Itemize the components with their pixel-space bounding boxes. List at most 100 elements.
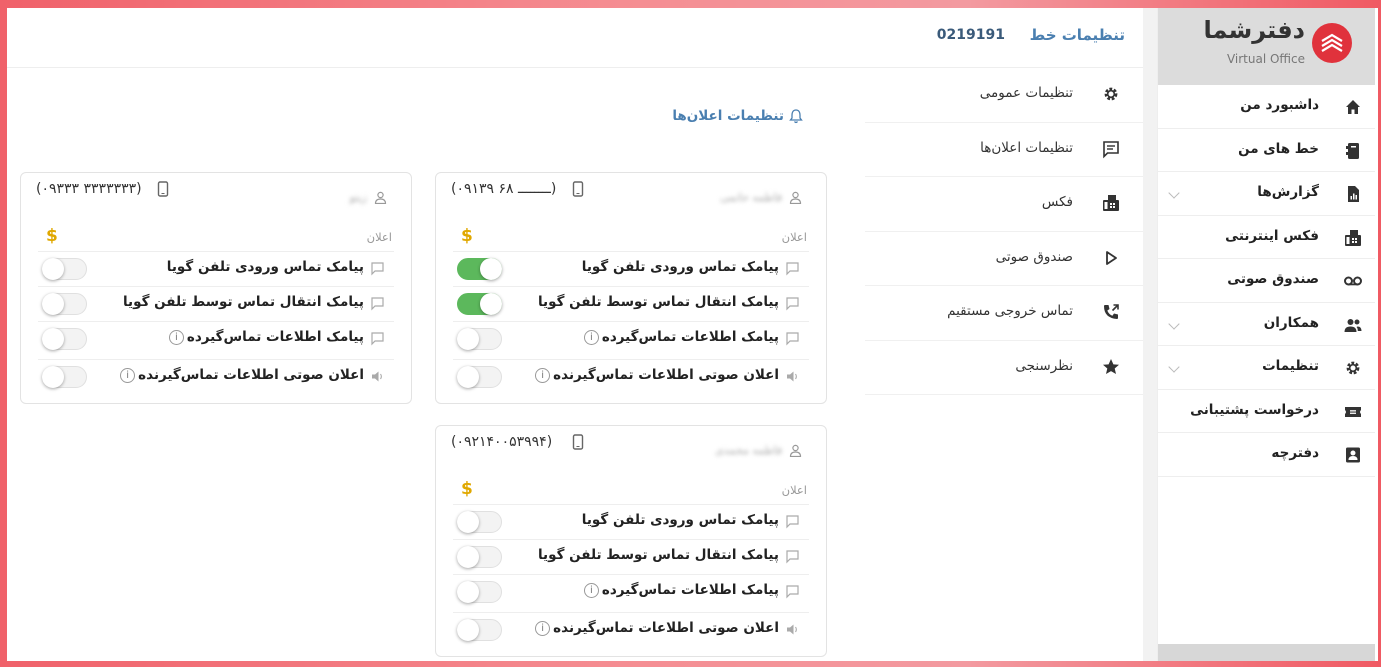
- notification-row: پیامک تماس ورودی تلفن گویا: [453, 251, 809, 286]
- settings-menu-item[interactable]: تماس خروجی مستقیم: [865, 286, 1143, 341]
- notification-label-text: پیامک انتقال تماس توسط تلفن گویا: [122, 294, 364, 310]
- notification-row: پیامک انتقال تماس توسط تلفن گویا: [453, 286, 809, 321]
- settings-menu: تنظیمات عمومی تنظیمات اعلان‌ها فکس صندوق صو…: [865, 68, 1143, 395]
- user-icon: [789, 191, 802, 204]
- fax-icon: [1345, 229, 1361, 246]
- sidebar-item[interactable]: دفترچه: [1158, 433, 1375, 477]
- notification-label-text: پیامک تماس ورودی تلفن گویا: [581, 512, 779, 528]
- notification-row: اعلان صوتی اطلاعات تماس‌گیرندهi: [38, 359, 394, 394]
- sms-icon: [786, 297, 799, 311]
- toggle-knob: [457, 511, 479, 533]
- notification-toggle[interactable]: [42, 258, 87, 280]
- settings-menu-item[interactable]: تنظیمات اعلان‌ها: [865, 123, 1143, 177]
- line-number: 0219191: [936, 27, 1005, 43]
- settings-menu-item[interactable]: تنظیمات عمومی: [865, 68, 1143, 123]
- sidebar-item[interactable]: تنظیمات: [1158, 346, 1375, 390]
- notification-toggle[interactable]: [42, 293, 87, 315]
- sidebar-item-label: صندوق صوتی: [1227, 271, 1319, 287]
- info-icon[interactable]: i: [583, 582, 599, 598]
- card-user-name: فاطمه محمدی: [715, 444, 782, 457]
- notification-toggle[interactable]: [457, 619, 502, 641]
- sms-icon: [786, 585, 799, 599]
- settings-menu-label: تنظیمات اعلان‌ها: [980, 139, 1073, 156]
- notification-label: پیامک تماس ورودی تلفن گویا: [582, 259, 779, 275]
- card-user-name: فاطمه حاتمی: [720, 191, 782, 204]
- star-icon: [1103, 358, 1119, 374]
- announcement-label: اعلان: [781, 483, 807, 497]
- info-icon[interactable]: i: [120, 367, 136, 383]
- info-icon[interactable]: i: [583, 329, 599, 345]
- toggle-knob: [42, 328, 64, 350]
- contact-book-icon: [1346, 447, 1360, 463]
- chevron-down-icon[interactable]: [1168, 317, 1180, 330]
- notification-label-text: پیامک انتقال تماس توسط تلفن گویا: [537, 294, 779, 310]
- row-icon: [370, 296, 385, 315]
- notification-toggle[interactable]: [42, 366, 87, 388]
- notification-label: پیامک تماس ورودی تلفن گویا: [582, 512, 779, 528]
- notification-label-text: پیامک تماس ورودی تلفن گویا: [166, 259, 364, 275]
- sms-icon: [371, 332, 384, 346]
- notification-toggle[interactable]: [42, 328, 87, 350]
- notification-label: پیامک اطلاعات تماس‌گیردهi: [583, 329, 779, 345]
- sidebar-item[interactable]: داشبورد من: [1158, 85, 1375, 129]
- notification-row: پیامک اطلاعات تماس‌گیردهi: [453, 574, 809, 609]
- info-icon[interactable]: i: [168, 329, 184, 345]
- page-title: تنظیمات خط: [1029, 26, 1125, 44]
- people-icon: [1344, 318, 1362, 332]
- row-icon: [785, 296, 800, 315]
- line-notification-card: (۰۹۳۳۳ ۳۳۳۳۳۳۳) زیتو اعلان $ پیامک تماس ورود…: [20, 172, 412, 404]
- report-icon: [1348, 186, 1359, 202]
- chevron-down-icon[interactable]: [1168, 187, 1180, 199]
- toggle-knob: [480, 258, 502, 280]
- notification-toggle[interactable]: [457, 328, 502, 350]
- notification-label: پیامک اطلاعات تماس‌گیردهi: [168, 329, 364, 345]
- card-phone-number: (۰۹۳۳۳ ۳۳۳۳۳۳۳): [36, 181, 142, 197]
- row-icon: [785, 584, 800, 603]
- sms-icon: [371, 297, 384, 311]
- main-panel: تنظیمات خط 0219191 تنظیمات عمومی تنظیمات …: [7, 8, 1143, 661]
- row-icon: [785, 261, 800, 280]
- notification-label-text: پیامک تماس ورودی تلفن گویا: [581, 259, 779, 275]
- notification-toggle[interactable]: [457, 293, 502, 315]
- line-notification-card: (۰۹۲۱۴۰۰۵۳۹۹۴) فاطمه محمدی اعلان $ پیامک تما…: [435, 425, 827, 657]
- row-icon: [785, 549, 800, 568]
- notification-row: پیامک تماس ورودی تلفن گویا: [38, 251, 394, 286]
- notification-toggle[interactable]: [457, 258, 502, 280]
- notification-label-text: پیامک اطلاعات تماس‌گیرده: [601, 582, 779, 598]
- sidebar-footer: [1158, 644, 1375, 661]
- notification-label-text: پیامک اطلاعات تماس‌گیرده: [186, 329, 364, 345]
- notification-row: پیامک انتقال تماس توسط تلفن گویا: [38, 286, 394, 321]
- sidebar-item[interactable]: فکس اینترنتی: [1158, 216, 1375, 259]
- sidebar-item-label: همکاران: [1263, 314, 1319, 331]
- gear-icon: [1346, 361, 1360, 375]
- brand-subtitle: Virtual Office: [1226, 52, 1305, 66]
- notification-toggle[interactable]: [457, 366, 502, 388]
- notification-row: پیامک اطلاعات تماس‌گیردهi: [453, 321, 809, 356]
- sidebar-item[interactable]: خط های من: [1158, 129, 1375, 172]
- sidebar-item[interactable]: صندوق صوتی: [1158, 259, 1375, 303]
- notification-label: پیامک انتقال تماس توسط تلفن گویا: [123, 294, 364, 310]
- notification-toggle[interactable]: [457, 581, 502, 603]
- chevron-down-icon[interactable]: [1168, 361, 1180, 373]
- sidebar-item[interactable]: همکاران: [1158, 303, 1375, 346]
- sidebar-item[interactable]: درخواست پشتیبانی: [1158, 390, 1375, 433]
- notification-toggle[interactable]: [457, 546, 502, 568]
- sidebar-item[interactable]: گزارش‌ها: [1158, 172, 1375, 216]
- bell-icon: [789, 109, 803, 124]
- settings-menu-label: فکس: [1041, 194, 1073, 210]
- toggle-knob: [457, 328, 479, 350]
- notification-toggle[interactable]: [457, 511, 502, 533]
- settings-menu-item[interactable]: نظرسنجی: [865, 341, 1143, 395]
- row-icon: [785, 622, 800, 641]
- info-icon[interactable]: i: [535, 367, 551, 383]
- info-icon[interactable]: i: [535, 620, 551, 636]
- settings-menu-item[interactable]: صندوق صوتی: [865, 232, 1143, 286]
- voicemail-icon: [1344, 276, 1362, 286]
- sidebar: دفترشما Virtual Office داشبورد من خط های …: [1157, 8, 1375, 661]
- sidebar-item-label: داشبورد من: [1240, 97, 1319, 113]
- notification-label: پیامک انتقال تماس توسط تلفن گویا: [538, 294, 779, 310]
- settings-menu-item[interactable]: فکس: [865, 177, 1143, 232]
- notification-label-text: پیامک انتقال تماس توسط تلفن گویا: [537, 547, 779, 563]
- logo[interactable]: دفترشما Virtual Office: [1158, 8, 1375, 85]
- notification-row: اعلان صوتی اطلاعات تماس‌گیرندهi: [453, 359, 809, 394]
